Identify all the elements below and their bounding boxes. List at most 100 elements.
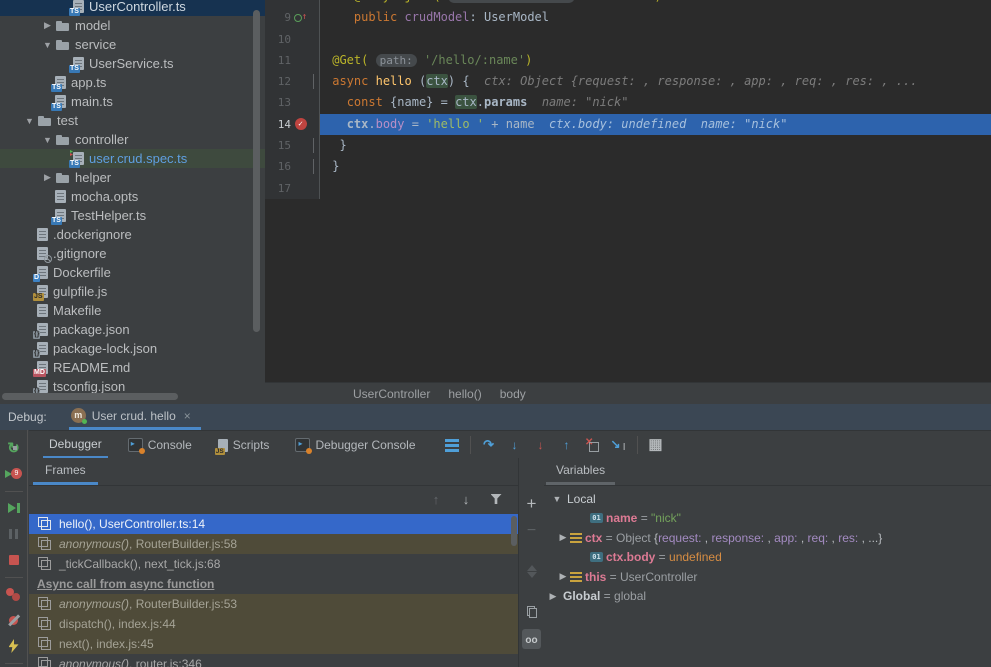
add-watch-button[interactable] bbox=[521, 490, 543, 517]
mute-breakpoints-button[interactable] bbox=[2, 607, 26, 633]
move-watch-down-button[interactable] bbox=[521, 571, 543, 598]
tree-row[interactable]: {} package.json bbox=[0, 320, 265, 339]
tree-row[interactable]: .gitignore bbox=[0, 244, 265, 263]
line-number[interactable]: 13 bbox=[265, 92, 293, 113]
stack-frame-row[interactable]: hello() , UserController.ts:14 bbox=[29, 514, 518, 534]
tree-row[interactable]: mocha.opts bbox=[0, 187, 265, 206]
breakpoint-gutter[interactable] bbox=[293, 114, 308, 135]
stop-button[interactable] bbox=[2, 547, 26, 573]
toolbar-button[interactable] bbox=[470, 436, 471, 454]
variable-expand-arrow[interactable]: ▶ bbox=[556, 532, 570, 543]
tree-row[interactable]: ▶ model bbox=[0, 16, 265, 35]
variable-expand-arrow[interactable]: ▼ bbox=[550, 494, 564, 504]
variable-row[interactable]: ▶ ctx = Object {request: , response: , a… bbox=[544, 528, 991, 548]
line-number[interactable]: 15 bbox=[265, 135, 293, 156]
fold-gutter[interactable] bbox=[308, 135, 320, 156]
tree-row[interactable]: TS▸ user.crud.spec.ts bbox=[0, 149, 265, 168]
tab-debugger-console[interactable]: Debugger Console bbox=[289, 431, 421, 459]
debug-control-button[interactable] bbox=[2, 573, 26, 581]
breakpoint-gutter[interactable] bbox=[293, 50, 308, 71]
step-over-button[interactable] bbox=[481, 434, 497, 456]
show-watches-toggle[interactable] bbox=[521, 625, 543, 652]
variable-row[interactable]: ▼ Local bbox=[544, 489, 991, 509]
tree-row[interactable]: TS UserService.ts bbox=[0, 54, 265, 73]
previous-frame-button[interactable] bbox=[428, 488, 444, 510]
drop-frame-button[interactable] bbox=[585, 434, 601, 456]
code-text[interactable] bbox=[320, 178, 991, 199]
code-text[interactable]: @LazyInject( ServiceIdentifier: UserMode… bbox=[320, 0, 991, 7]
line-number[interactable]: 16 bbox=[265, 156, 293, 177]
fold-gutter[interactable] bbox=[308, 92, 320, 113]
breakpoint-gutter[interactable] bbox=[293, 135, 308, 156]
tree-row[interactable]: ▶ helper bbox=[0, 168, 265, 187]
tree-expand-arrow[interactable]: ▶ bbox=[40, 172, 55, 183]
variable-expand-arrow[interactable]: ▶ bbox=[556, 571, 570, 582]
tree-vertical-scrollbar[interactable] bbox=[253, 10, 260, 332]
resume-button[interactable] bbox=[2, 495, 26, 521]
tree-row[interactable]: .dockerignore bbox=[0, 225, 265, 244]
step-out-button[interactable] bbox=[559, 434, 575, 456]
tree-expand-arrow[interactable]: ▼ bbox=[40, 40, 55, 50]
tree-row[interactable]: ▼ controller bbox=[0, 130, 265, 149]
line-number[interactable]: 8 bbox=[265, 0, 293, 7]
fold-gutter[interactable] bbox=[308, 29, 320, 50]
breadcrumb-item[interactable]: UserController bbox=[353, 387, 430, 401]
tab-frames[interactable]: Frames bbox=[33, 458, 98, 485]
tree-row[interactable]: TS UserController.ts bbox=[0, 0, 265, 16]
fold-gutter[interactable] bbox=[308, 156, 320, 177]
tree-row[interactable]: MD README.md bbox=[0, 358, 265, 377]
variable-row[interactable]: ctx.body = undefined bbox=[544, 548, 991, 568]
breakpoint-gutter[interactable] bbox=[293, 7, 308, 28]
tree-expand-arrow[interactable]: ▼ bbox=[22, 116, 37, 126]
code-text[interactable]: public crudModel: UserModel bbox=[320, 7, 991, 28]
stack-frame-row[interactable]: anonymous() , RouterBuilder.js:58 bbox=[29, 534, 518, 554]
breakpoint-gutter[interactable] bbox=[293, 0, 308, 7]
rerun-button[interactable] bbox=[2, 435, 26, 461]
tree-row[interactable]: D Dockerfile bbox=[0, 263, 265, 282]
frames-scrollbar[interactable] bbox=[511, 516, 517, 546]
view-breakpoints-button[interactable] bbox=[2, 581, 26, 607]
fold-gutter[interactable] bbox=[308, 7, 320, 28]
tab-debugger[interactable]: Debugger bbox=[43, 431, 108, 459]
code-text[interactable]: @Get( path: '/hello/:name') bbox=[320, 50, 991, 71]
move-watch-up-button[interactable] bbox=[521, 544, 543, 571]
tree-row[interactable]: ▼ service bbox=[0, 35, 265, 54]
evaluate-expression-button[interactable] bbox=[648, 434, 664, 456]
breakpoint-gutter[interactable] bbox=[293, 71, 308, 92]
debug-session-tab[interactable]: User crud. hello × bbox=[69, 404, 201, 430]
line-number[interactable]: 11 bbox=[265, 50, 293, 71]
stack-frame-row[interactable]: anonymous() , router.js:346 bbox=[29, 654, 518, 667]
code-text[interactable]: } bbox=[320, 135, 991, 156]
line-number[interactable]: 14 bbox=[265, 114, 293, 135]
tab-variables[interactable]: Variables bbox=[546, 458, 615, 485]
tree-row[interactable]: ▼ test bbox=[0, 111, 265, 130]
stack-frame-row[interactable]: _tickCallback() , next_tick.js:68 bbox=[29, 554, 518, 574]
tree-expand-arrow[interactable]: ▶ bbox=[40, 20, 55, 31]
variable-expand-arrow[interactable]: ▶ bbox=[546, 591, 560, 602]
remove-watch-button[interactable] bbox=[521, 517, 543, 544]
fold-gutter[interactable] bbox=[308, 50, 320, 71]
fold-gutter[interactable] bbox=[308, 71, 320, 92]
rerun-failed-tests-button[interactable] bbox=[2, 461, 26, 487]
stack-frame-row[interactable]: anonymous() , RouterBuilder.js:53 bbox=[29, 594, 518, 614]
tree-horizontal-scrollbar[interactable] bbox=[2, 393, 178, 400]
tree-row[interactable]: TS main.ts bbox=[0, 92, 265, 111]
variable-row[interactable]: ▶ this = UserController bbox=[544, 567, 991, 587]
stack-frame-row[interactable]: Async call from async function bbox=[29, 574, 518, 594]
tab-console[interactable]: Console bbox=[122, 431, 198, 459]
breakpoint-gutter[interactable] bbox=[293, 178, 308, 199]
run-to-cursor-button[interactable] bbox=[611, 434, 627, 456]
code-editor[interactable]: 8 @LazyInject( ServiceIdentifier: UserMo… bbox=[265, 0, 991, 382]
tree-row[interactable]: TS TestHelper.ts bbox=[0, 206, 265, 225]
next-frame-button[interactable] bbox=[458, 488, 474, 510]
close-icon[interactable]: × bbox=[184, 409, 191, 423]
tree-row[interactable]: {} package-lock.json bbox=[0, 339, 265, 358]
tree-expand-arrow[interactable]: ▼ bbox=[40, 135, 55, 145]
code-text[interactable]: ctx.body = 'hello ' + name ctx.body: und… bbox=[320, 114, 991, 135]
breadcrumb-item[interactable]: hello() bbox=[448, 387, 481, 401]
tree-row[interactable]: TS app.ts bbox=[0, 73, 265, 92]
fold-gutter[interactable] bbox=[308, 114, 320, 135]
step-into-button[interactable] bbox=[507, 434, 523, 456]
breakpoint-gutter[interactable] bbox=[293, 29, 308, 50]
code-text[interactable]: const {name} = ctx.params name: "nick" bbox=[320, 92, 991, 113]
